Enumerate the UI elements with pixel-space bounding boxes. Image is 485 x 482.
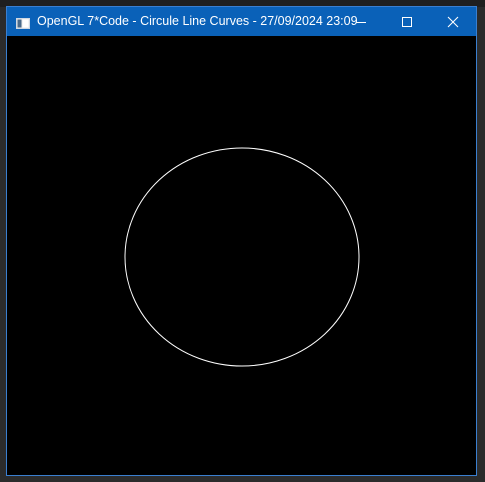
render-surface <box>124 147 360 367</box>
close-icon <box>447 16 459 28</box>
maximize-button[interactable] <box>384 7 430 36</box>
circle-curve <box>124 147 360 367</box>
opengl-window: OpenGL 7*Code - Circule Line Curves - 27… <box>6 6 477 476</box>
minimize-button[interactable] <box>338 7 384 36</box>
maximize-icon <box>402 17 412 27</box>
window-title: OpenGL 7*Code - Circule Line Curves - 27… <box>37 14 358 28</box>
title-bar[interactable]: OpenGL 7*Code - Circule Line Curves - 27… <box>7 7 476 36</box>
close-button[interactable] <box>430 7 476 36</box>
app-window-icon <box>16 16 30 29</box>
minimize-icon <box>356 22 366 23</box>
opengl-canvas[interactable] <box>7 36 476 475</box>
